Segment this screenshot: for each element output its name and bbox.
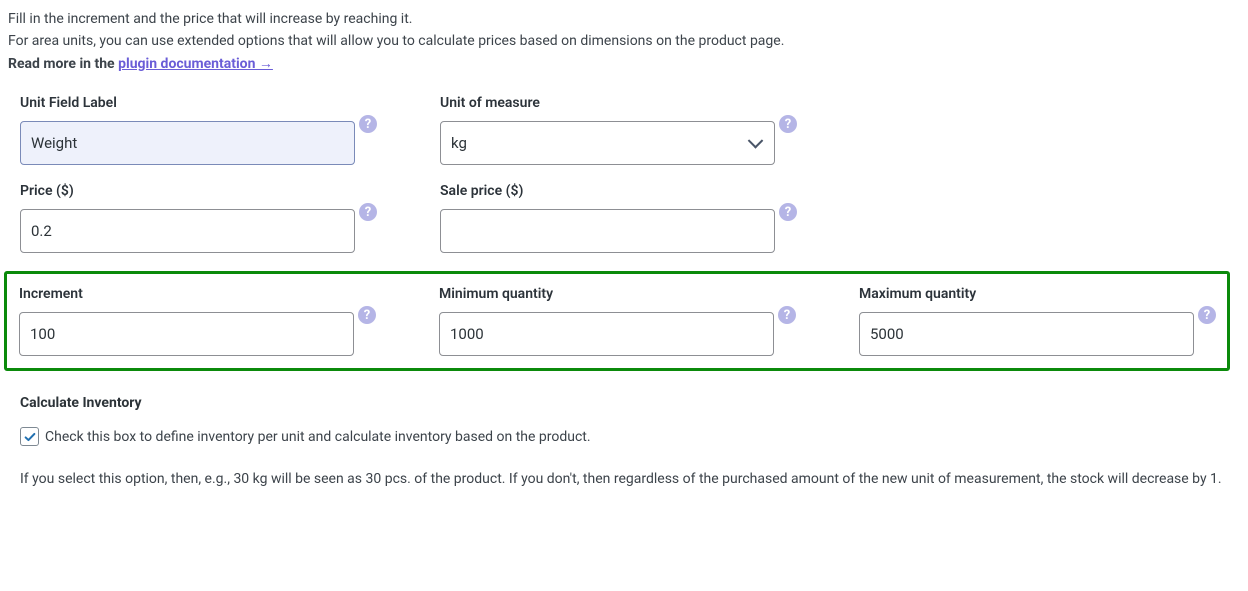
increment-label: Increment [19,286,354,302]
intro-line2: For area units, you can use extended opt… [8,33,784,49]
highlighted-row: Increment ? Minimum quantity ? Maximum q… [4,271,1230,371]
help-icon[interactable]: ? [779,115,797,133]
minimum-quantity-field: Minimum quantity ? [439,286,774,356]
maximum-quantity-label: Maximum quantity [859,286,1194,302]
minimum-quantity-label: Minimum quantity [439,286,774,302]
maximum-quantity-input[interactable] [859,312,1194,356]
help-icon[interactable]: ? [779,203,797,221]
unit-of-measure-select[interactable]: kg [440,121,775,165]
intro-text: Fill in the increment and the price that… [8,8,1240,75]
help-icon[interactable]: ? [359,203,377,221]
sale-price-input[interactable] [440,209,775,253]
unit-field-label-label: Unit Field Label [20,95,355,111]
increment-input[interactable] [19,312,354,356]
calculate-inventory-checkbox[interactable] [20,427,39,446]
sale-price-label: Sale price ($) [440,183,775,199]
check-icon [23,430,37,444]
readmore-prefix: Read more in the [8,56,118,72]
price-label: Price ($) [20,183,355,199]
increment-field: Increment ? [19,286,354,356]
plugin-documentation-link[interactable]: plugin documentation → [118,56,273,72]
help-icon[interactable]: ? [778,306,796,324]
intro-line1: Fill in the increment and the price that… [8,11,412,27]
maximum-quantity-field: Maximum quantity ? [859,286,1194,356]
price-input[interactable] [20,209,355,253]
calculate-inventory-title: Calculate Inventory [20,395,1240,411]
sale-price-field: Sale price ($) ? [440,183,775,253]
unit-field-label-field: Unit Field Label ? [20,95,355,165]
unit-of-measure-label: Unit of measure [440,95,775,111]
inventory-note: If you select this option, then, e.g., 3… [20,468,1230,492]
help-icon[interactable]: ? [359,115,377,133]
price-field: Price ($) ? [20,183,355,253]
minimum-quantity-input[interactable] [439,312,774,356]
help-icon[interactable]: ? [358,306,376,324]
unit-of-measure-field: Unit of measure kg ? [440,95,775,165]
calculate-inventory-checkbox-label: Check this box to define inventory per u… [45,429,591,445]
help-icon[interactable]: ? [1198,306,1216,324]
unit-field-label-input[interactable] [20,121,355,165]
